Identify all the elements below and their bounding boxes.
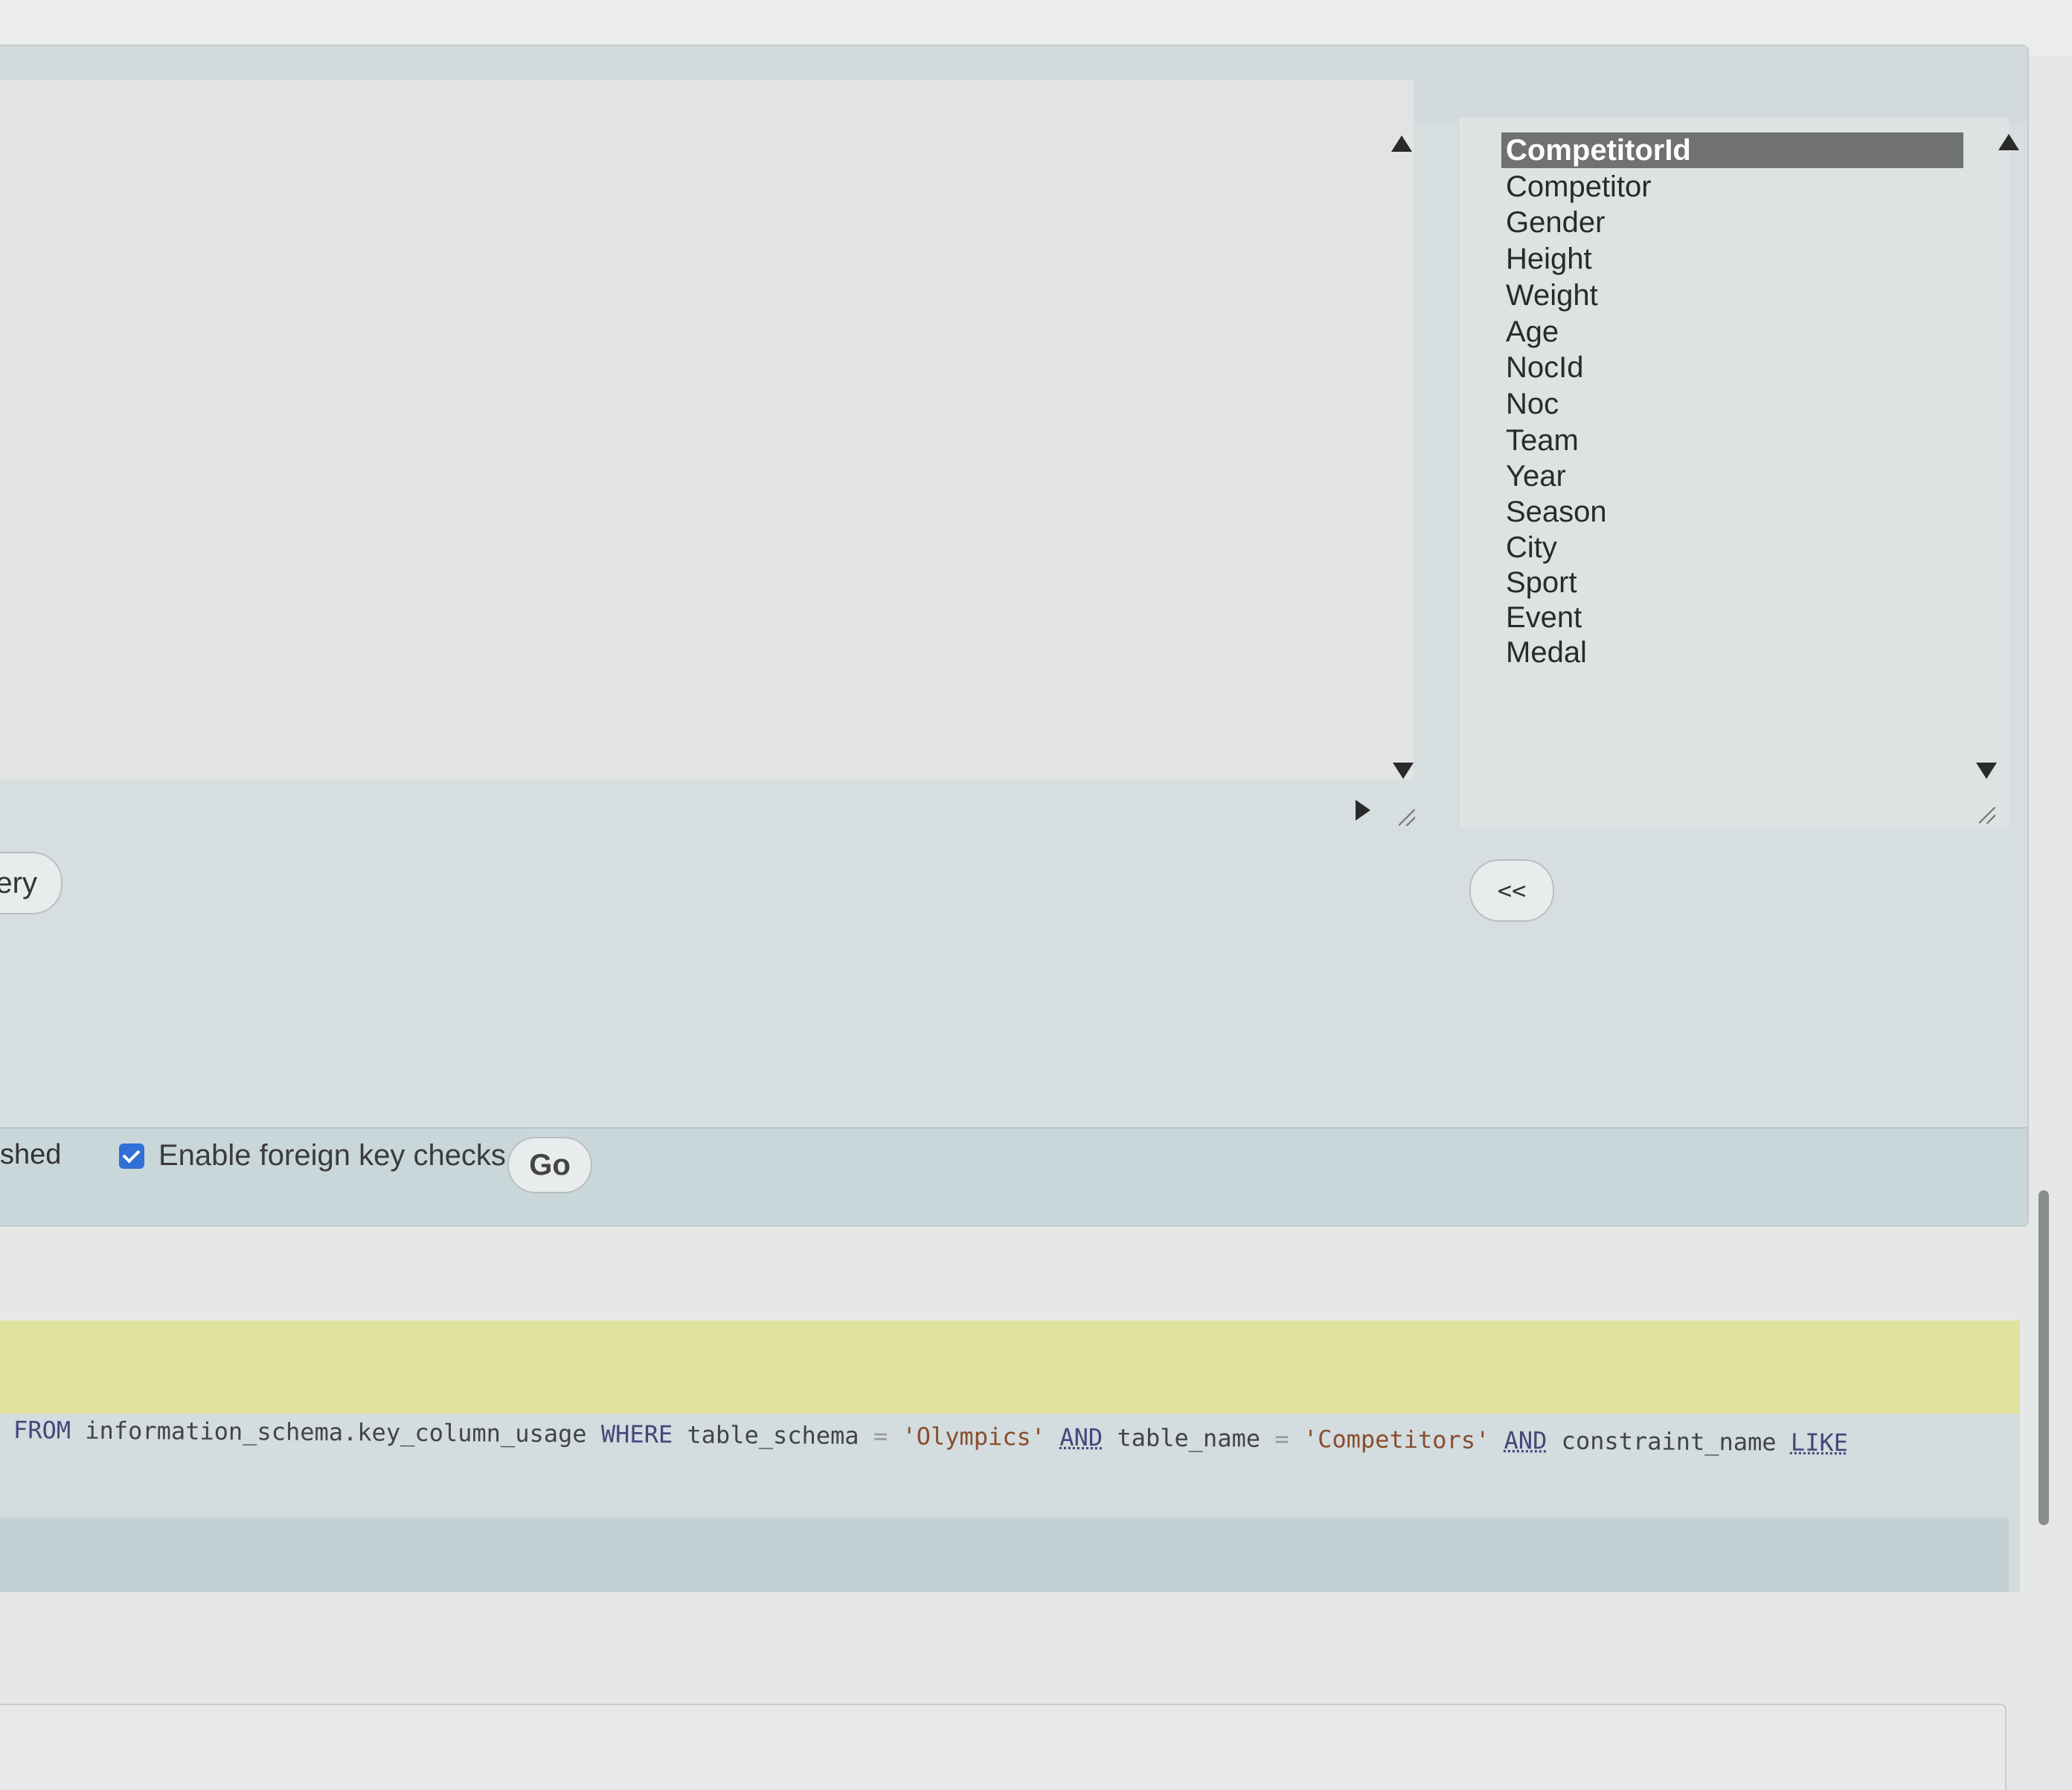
query-button[interactable]: ery bbox=[0, 852, 62, 914]
column-option[interactable]: Year bbox=[1501, 458, 1566, 494]
sql-operator: = bbox=[1274, 1424, 1289, 1453]
column-option[interactable]: NocId bbox=[1501, 350, 1584, 385]
column-option[interactable]: Team bbox=[1501, 423, 1579, 458]
column-option[interactable]: Medal bbox=[1501, 635, 1587, 670]
sql-token: table_name bbox=[1103, 1423, 1275, 1453]
column-option[interactable]: City bbox=[1501, 530, 1557, 565]
next-panel bbox=[0, 1704, 2007, 1790]
column-option[interactable]: Season bbox=[1501, 494, 1607, 530]
foreign-key-checkbox[interactable] bbox=[119, 1143, 144, 1169]
column-option[interactable]: Event bbox=[1501, 600, 1582, 635]
resize-grip-icon[interactable] bbox=[1399, 809, 1415, 826]
scroll-up-icon[interactable] bbox=[1391, 135, 1412, 152]
options-left-label: shed bbox=[0, 1139, 62, 1170]
sql-token: constraint_name bbox=[1547, 1426, 1792, 1457]
scroll-down-icon[interactable] bbox=[1393, 763, 1414, 779]
list-scroll-up-icon[interactable] bbox=[1998, 134, 2019, 150]
go-button[interactable]: Go bbox=[507, 1137, 592, 1193]
sql-string: 'Competitors' bbox=[1289, 1424, 1504, 1454]
column-option[interactable]: Gender bbox=[1501, 205, 1605, 240]
sql-keyword: FROM bbox=[13, 1416, 71, 1445]
sql-operator: = bbox=[873, 1422, 888, 1451]
foreign-key-label[interactable]: Enable foreign key checks bbox=[158, 1137, 506, 1174]
list-resize-grip-icon[interactable] bbox=[1979, 807, 1995, 824]
sql-token: information_schema.key_column_usage bbox=[70, 1416, 602, 1449]
sql-highlight-bar bbox=[0, 1321, 2020, 1414]
sql-string: 'Olympics' bbox=[888, 1422, 1060, 1451]
column-option[interactable]: Noc bbox=[1501, 386, 1559, 422]
column-option[interactable]: Age bbox=[1501, 314, 1559, 350]
column-option[interactable]: Sport bbox=[1501, 565, 1577, 600]
list-scroll-down-icon[interactable] bbox=[1976, 763, 1997, 779]
sql-footer-bar bbox=[0, 1518, 2009, 1592]
column-option[interactable]: Height bbox=[1501, 241, 1592, 277]
column-option[interactable]: Weight bbox=[1501, 278, 1598, 313]
sql-keyword[interactable]: AND bbox=[1504, 1426, 1547, 1454]
query-button-label: ery bbox=[0, 867, 37, 899]
move-columns-button[interactable]: << bbox=[1469, 859, 1554, 922]
columns-select-list[interactable]: CompetitorId Competitor Gender Height We… bbox=[1458, 118, 2010, 828]
sql-keyword: WHERE bbox=[600, 1420, 673, 1449]
sql-query-textarea[interactable] bbox=[0, 80, 1414, 780]
scroll-right-icon[interactable] bbox=[1356, 800, 1370, 821]
sql-token: table_schema bbox=[673, 1420, 874, 1451]
page-scrollbar[interactable] bbox=[2039, 1190, 2049, 1525]
column-option[interactable]: Competitor bbox=[1501, 169, 1652, 205]
column-option[interactable]: CompetitorId bbox=[1501, 132, 1963, 168]
sql-keyword[interactable]: LIKE bbox=[1791, 1428, 1848, 1457]
sql-keyword[interactable]: AND bbox=[1059, 1423, 1103, 1451]
